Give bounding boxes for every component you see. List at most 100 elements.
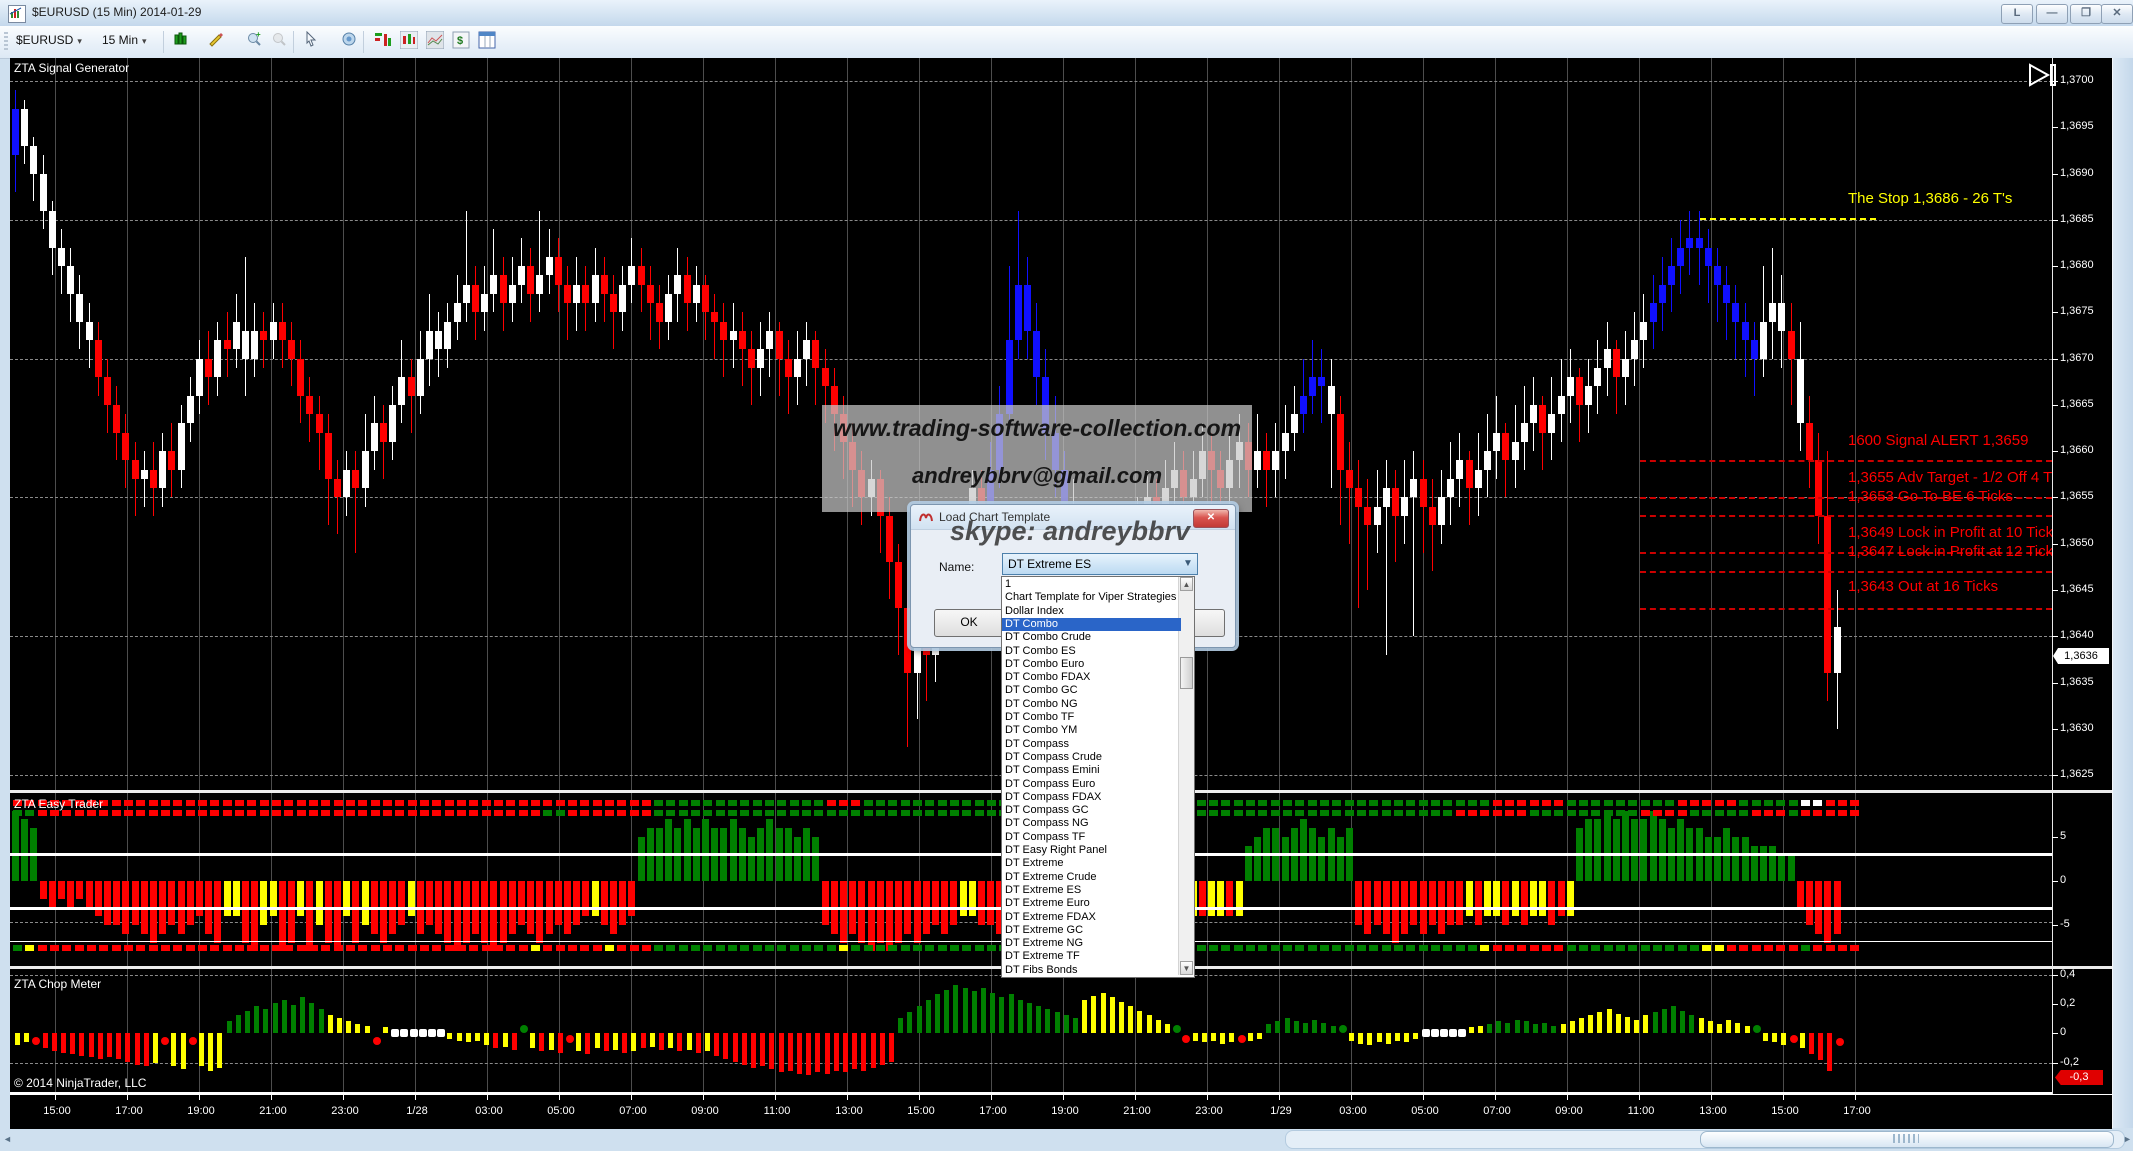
signal-dot (1739, 810, 1748, 816)
candle (1613, 349, 1620, 377)
signal-dot (149, 810, 158, 816)
trade-level-annotation: 1,3643 Out at 16 Ticks (1848, 578, 2052, 595)
zoom-in-icon[interactable]: + (243, 31, 265, 53)
chop-bar (1119, 1002, 1124, 1034)
candle (730, 331, 737, 340)
chevron-down-icon[interactable]: ▼ (1183, 558, 1193, 569)
crosshair-icon[interactable] (338, 31, 360, 53)
template-dropdown-list[interactable]: ▲ ▼ 1Chart Template for Viper Strategies… (1001, 576, 1195, 978)
time-axis[interactable]: 15:0017:0019:0021:0023:001/2803:0005:000… (10, 1094, 2112, 1129)
signal-dot (506, 945, 515, 951)
list-item[interactable]: DT Combo TF (1002, 711, 1181, 724)
list-item[interactable]: DT Extreme Crude (1002, 871, 1181, 884)
mini-chart-icon[interactable] (424, 31, 446, 53)
signal-dot (383, 945, 392, 951)
list-item[interactable]: DT Compass FDAX (1002, 791, 1181, 804)
easy-trader-bar (555, 881, 562, 925)
ok-button[interactable]: OK (934, 609, 1004, 637)
trade-level-line (1640, 608, 2052, 610)
list-item[interactable]: Dollar Index (1002, 605, 1181, 618)
title-bar[interactable]: $EURUSD (15 Min) 2014-01-29 L — ❐ ✕ (0, 0, 2133, 27)
scroll-left-icon[interactable]: ◄ (3, 1134, 12, 1144)
list-item[interactable]: DT Compass TF (1002, 831, 1181, 844)
list-item[interactable]: DT Combo YM (1002, 724, 1181, 737)
candle (720, 322, 727, 341)
axis-tick (1351, 1095, 1352, 1100)
easy-trader-bar (1493, 881, 1500, 916)
list-item[interactable]: DT Combo (1002, 618, 1181, 631)
chop-bar (1680, 1011, 1685, 1034)
scroll-down-icon[interactable]: ▼ (1180, 961, 1193, 975)
axis-tick (343, 1095, 344, 1100)
list-item[interactable]: DT Fibs Bonds (1002, 964, 1181, 977)
easy-axis-label: 0 (2060, 874, 2066, 886)
list-item[interactable]: DT Extreme NG (1002, 937, 1181, 950)
list-item[interactable]: DT Compass Euro (1002, 778, 1181, 791)
scroll-up-icon[interactable]: ▲ (1180, 577, 1193, 591)
list-item[interactable]: DT Extreme TF (1002, 950, 1181, 963)
signal-dot (593, 945, 602, 951)
list-item[interactable]: DT Combo Euro (1002, 658, 1181, 671)
chop-bar (1303, 1023, 1308, 1034)
candle (159, 451, 166, 488)
draw-icon[interactable] (205, 31, 227, 53)
candle-wick (1395, 470, 1396, 563)
minimize-button[interactable]: — (2036, 4, 2068, 24)
signal-dot (1678, 800, 1687, 806)
chop-bar (696, 1033, 701, 1053)
list-item[interactable]: DT Extreme Euro (1002, 897, 1181, 910)
list-item[interactable]: DT Compass Emini (1002, 764, 1181, 777)
list-item[interactable]: Chart Template for Viper Strategies (1002, 591, 1181, 604)
playback-marker-icon[interactable] (2026, 62, 2060, 93)
list-item[interactable]: DT Compass GC (1002, 804, 1181, 817)
list-item[interactable]: DT Easy Right Panel (1002, 844, 1181, 857)
list-item[interactable]: DT Extreme FDAX (1002, 911, 1181, 924)
easy-trader-bar (352, 881, 359, 943)
list-item[interactable]: DT Compass (1002, 738, 1181, 751)
toolbar-grip[interactable] (4, 32, 8, 52)
signal-dot (851, 810, 860, 816)
chop-bar (797, 1033, 802, 1074)
chart-style-icon[interactable] (170, 31, 192, 53)
restore-button[interactable]: ❐ (2070, 4, 2102, 24)
axis-tick (1063, 1095, 1064, 1100)
instrument-selector[interactable]: $EURUSD (16, 33, 82, 47)
interval-selector[interactable]: 15 Min (102, 33, 147, 47)
cursor-icon[interactable] (300, 31, 322, 53)
signal-dot (1406, 800, 1415, 806)
list-item[interactable]: DT Combo ES (1002, 645, 1181, 658)
list-item[interactable]: DT Combo FDAX (1002, 671, 1181, 684)
zoom-out-icon[interactable] (268, 31, 290, 53)
chart-window-icon (8, 5, 26, 23)
list-item[interactable]: DT Extreme ES (1002, 884, 1181, 897)
list-item[interactable]: DT Compass Crude (1002, 751, 1181, 764)
template-name-combobox[interactable]: DT Extreme ES (1002, 553, 1198, 575)
gridline (1423, 58, 1424, 1092)
grid-icon[interactable] (476, 31, 498, 53)
candle (693, 285, 700, 304)
list-item[interactable]: DT Extreme (1002, 857, 1181, 870)
chop-bar (365, 1026, 370, 1034)
easy-trader-bar (702, 819, 709, 881)
list-item[interactable]: DT Compass NG (1002, 817, 1181, 830)
easy-trader-bar (1806, 881, 1813, 925)
data-series-icon[interactable] (398, 31, 420, 53)
list-item[interactable]: 1 (1002, 578, 1181, 591)
list-item[interactable]: DT Combo Crude (1002, 631, 1181, 644)
close-button[interactable]: ✕ (2101, 4, 2133, 24)
candle (1640, 322, 1647, 341)
link-button[interactable]: L (2001, 4, 2033, 24)
axis-tick (1135, 1095, 1136, 1100)
scrollbar-thumb[interactable] (1180, 657, 1193, 689)
signal-dot (740, 800, 749, 806)
account-icon[interactable]: $ (450, 31, 472, 53)
candle (168, 451, 175, 470)
list-item[interactable]: DT Combo NG (1002, 698, 1181, 711)
scroll-right-icon[interactable]: ► (2123, 1134, 2132, 1144)
list-item[interactable]: DT Combo GC (1002, 684, 1181, 697)
chart-trader-icon[interactable] (372, 31, 394, 53)
watermark-url: www.trading-software-collection.com (822, 415, 1252, 442)
candle (739, 331, 746, 350)
list-item[interactable]: DT Extreme GC (1002, 924, 1181, 937)
axis-tick (199, 1095, 200, 1100)
